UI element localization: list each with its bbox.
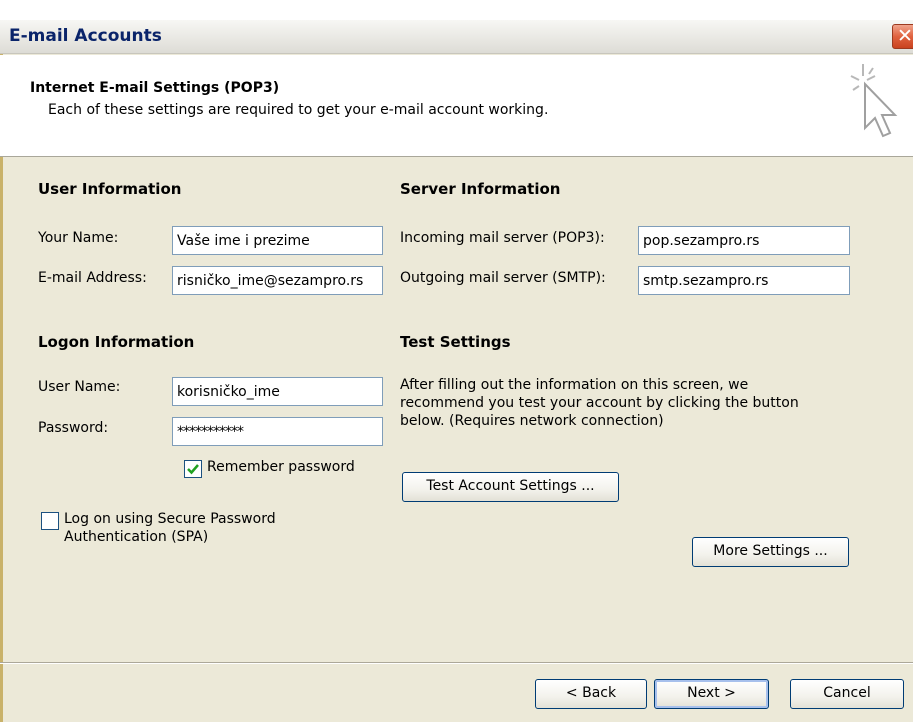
close-icon: ✕ [897, 25, 913, 47]
next-button[interactable]: Next > [654, 679, 769, 709]
outgoing-server-input[interactable]: smtp.sezampro.rs [638, 266, 850, 295]
title-bar[interactable]: E-mail Accounts ✕ [0, 20, 913, 54]
more-settings-button[interactable]: More Settings ... [692, 537, 849, 567]
spa-checkbox[interactable] [41, 512, 59, 530]
remember-password-checkbox[interactable] [184, 460, 202, 478]
server-info-heading: Server Information [400, 180, 561, 198]
user-info-heading: User Information [38, 180, 182, 198]
test-account-settings-button[interactable]: Test Account Settings ... [402, 472, 619, 502]
your-name-label: Your Name: [38, 230, 119, 246]
close-button[interactable]: ✕ [892, 24, 913, 49]
footer-divider [0, 662, 913, 664]
header-subtitle: Each of these settings are required to g… [48, 102, 549, 118]
outgoing-server-label: Outgoing mail server (SMTP): [400, 270, 606, 286]
cancel-button[interactable]: Cancel [790, 679, 904, 709]
window-title: E-mail Accounts [9, 26, 162, 46]
incoming-server-input[interactable]: pop.sezampro.rs [638, 226, 850, 255]
password-input[interactable]: *********** [172, 417, 383, 446]
cursor-sparkle-icon [850, 64, 898, 138]
test-settings-description: After filling out the information on thi… [400, 377, 799, 429]
user-name-input[interactable]: korisničko_ime [172, 377, 383, 406]
remember-password-label[interactable]: Remember password [207, 459, 355, 475]
test-settings-heading: Test Settings [400, 333, 511, 351]
logon-info-heading: Logon Information [38, 333, 195, 351]
back-button[interactable]: < Back [535, 679, 647, 709]
your-name-input[interactable]: Vaše ime i prezime [172, 226, 383, 255]
email-address-input[interactable]: risničko_ime@sezampro.rs [172, 266, 383, 295]
email-address-label: E-mail Address: [38, 270, 147, 286]
checkmark-icon [187, 464, 199, 475]
password-label: Password: [38, 420, 109, 436]
header-title: Internet E-mail Settings (POP3) [30, 80, 280, 96]
spa-label-line-1[interactable]: Log on using Secure Password [64, 511, 276, 527]
user-name-label: User Name: [38, 379, 121, 395]
incoming-server-label: Incoming mail server (POP3): [400, 230, 605, 246]
spa-label-line-2[interactable]: Authentication (SPA) [64, 529, 208, 545]
